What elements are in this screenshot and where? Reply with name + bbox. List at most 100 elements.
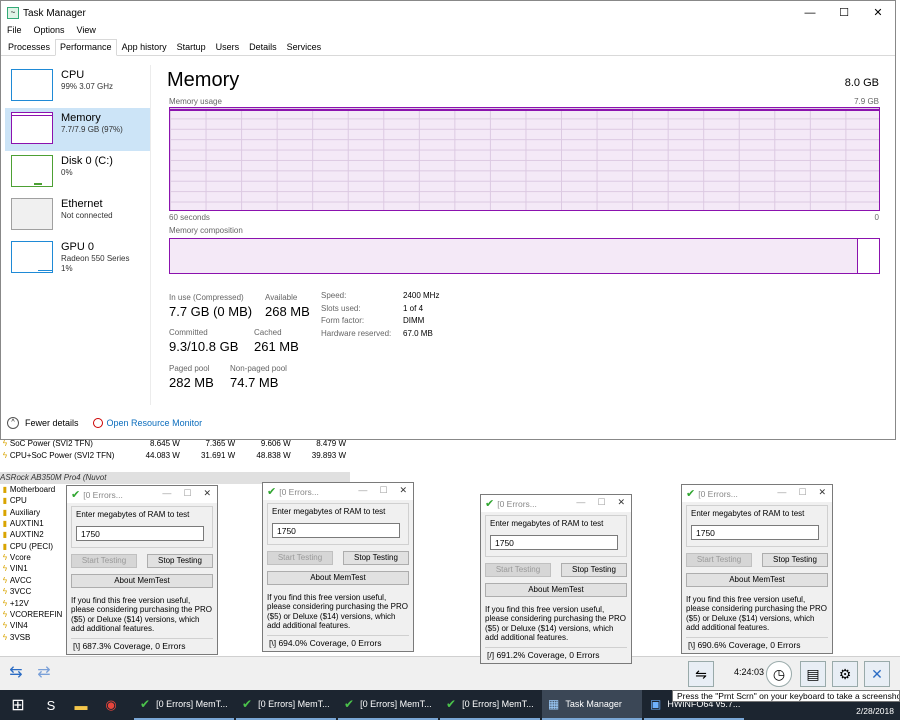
arrow-left-right-alt-icon[interactable]: ⇄ (32, 663, 56, 683)
minimize-icon[interactable]: — (162, 488, 171, 499)
file-explorer-icon[interactable]: ▬ (66, 690, 96, 720)
memtest-check-icon: ✔ (485, 498, 495, 510)
sensor-row[interactable]: ϟ CPU+SoC Power (SVI2 TFN) 44.083 W 31.691 … (0, 449, 350, 460)
taskbar-button[interactable]: ✔ [0 Errors] MemT... (440, 690, 540, 720)
close-icon[interactable]: ✕ (861, 1, 895, 25)
stop-testing-button[interactable]: Stop Testing (343, 551, 409, 565)
close-icon[interactable]: ✕ (864, 661, 890, 687)
stat-committed: Committed 9.3/10.8 GB (169, 328, 238, 354)
open-resource-monitor-link[interactable]: Open Resource Monitor (107, 418, 203, 428)
chevron-up-icon[interactable]: ^ (7, 417, 19, 429)
tab-app-history[interactable]: App history (117, 39, 172, 55)
stop-testing-button[interactable]: Stop Testing (147, 554, 213, 568)
menu-options[interactable]: Options (34, 25, 65, 39)
sensor-current: 8.645 W (150, 439, 180, 449)
minimize-icon[interactable]: — (576, 497, 585, 508)
stat-value: 268 MB (265, 304, 310, 319)
taskbar-button[interactable]: ✔ [0 Errors] MemT... (338, 690, 438, 720)
minimize-icon[interactable]: — (777, 487, 786, 498)
windows-start-icon[interactable]: ⊞ (0, 690, 36, 720)
tab-services[interactable]: Services (282, 39, 327, 55)
coverage-status: [\] 687.3% Coverage, 0 Errors (71, 637, 213, 651)
sidebar-item-gpu[interactable]: GPU 0 Radeon 550 Series 1% (5, 237, 150, 287)
menu-view[interactable]: View (77, 25, 96, 39)
sidebar-item-memory[interactable]: Memory 7.7/7.9 GB (97%) (5, 108, 150, 151)
sidebar-item-subtitle: Radeon 550 Series (61, 254, 130, 263)
chrome-icon[interactable]: ◉ (96, 690, 126, 720)
maximize-icon[interactable]: ☐ (827, 1, 861, 25)
tab-details[interactable]: Details (244, 39, 282, 55)
tab-performance[interactable]: Performance (55, 39, 117, 56)
about-memtest-button[interactable]: About MemTest (267, 571, 409, 585)
memtest-title-bar[interactable]: ✔ [0 Errors... — ☐ ✕ (67, 486, 217, 503)
memory-panel: Memory 8.0 GB Memory usage 7.9 GB 60 sec… (167, 65, 881, 405)
sensor-icon: ϟ (2, 598, 8, 608)
stop-testing-button[interactable]: Stop Testing (561, 563, 627, 577)
spec-label: Form factor: (321, 316, 365, 325)
sidebar-item-subtitle: Not connected (61, 211, 113, 220)
start-testing-button[interactable]: Start Testing (267, 551, 333, 565)
taskbar-button[interactable]: ✔ [0 Errors] MemT... (236, 690, 336, 720)
settings-icon[interactable]: ⚙ (832, 661, 858, 687)
coverage-status: [\] 690.6% Coverage, 0 Errors (686, 636, 828, 650)
skype-icon[interactable]: S (36, 690, 66, 720)
resource-sidebar: CPU 99% 3.07 GHz Memory 7.7/7.9 GB (97%) D… (5, 65, 151, 405)
start-testing-button[interactable]: Start Testing (686, 553, 752, 567)
sidebar-item-cpu[interactable]: CPU 99% 3.07 GHz (5, 65, 150, 108)
sidebar-item-ethernet[interactable]: Ethernet Not connected (5, 194, 150, 237)
date[interactable]: 2/28/2018 (856, 706, 894, 716)
ram-mb-input[interactable]: 1750 (76, 526, 204, 541)
sensor-row[interactable] (0, 461, 350, 472)
taskbar-button[interactable]: ▦ Task Manager (542, 690, 642, 720)
about-memtest-button[interactable]: About MemTest (485, 583, 627, 597)
memory-usage-graph (169, 107, 880, 211)
taskbar-button-label: [0 Errors] MemT... (462, 699, 534, 709)
fewer-details-link[interactable]: Fewer details (25, 418, 79, 428)
close-icon[interactable]: ✕ (203, 488, 211, 499)
maximize-icon[interactable]: ☐ (597, 497, 605, 508)
arrow-left-right-icon[interactable]: ⇆ (4, 663, 28, 683)
menu-file[interactable]: File (7, 25, 22, 39)
memory-total: 8.0 GB (844, 77, 879, 89)
title-bar[interactable]: ~ Task Manager (1, 1, 895, 25)
ram-mb-input[interactable]: 1750 (691, 525, 819, 540)
sidebar-item-disk[interactable]: Disk 0 (C:) 0% (5, 151, 150, 194)
tooltip: Press the "Prnt Scrn" on your keyboard t… (672, 690, 900, 702)
close-icon[interactable]: ✕ (399, 485, 407, 496)
memtest-title-bar[interactable]: ✔ [0 Errors... — ☐ ✕ (481, 495, 631, 512)
spec-label: Hardware reserved: (321, 328, 392, 338)
promo-text: If you find this free version useful, pl… (71, 596, 212, 634)
ram-mb-input[interactable]: 1750 (272, 523, 400, 538)
memtest-title-bar[interactable]: ✔ [0 Errors... — ☐ ✕ (263, 483, 413, 500)
minimize-icon[interactable]: — (793, 1, 827, 25)
close-icon[interactable]: ✕ (617, 497, 625, 508)
start-testing-button[interactable]: Start Testing (485, 563, 551, 577)
tab-startup[interactable]: Startup (172, 39, 211, 55)
minimize-icon[interactable]: — (358, 485, 367, 496)
resource-monitor-icon (92, 418, 103, 428)
taskbar-button[interactable]: ✔ [0 Errors] MemT... (134, 690, 234, 720)
coverage-status: [/] 691.2% Coverage, 0 Errors (485, 646, 627, 660)
clock-icon[interactable]: ◷ (766, 661, 792, 687)
sensor-icon: ϟ (2, 564, 8, 574)
sensor-name: CPU+SoC Power (SVI2 TFN) (9, 450, 115, 460)
stop-testing-button[interactable]: Stop Testing (762, 553, 828, 567)
maximize-icon[interactable]: ☐ (798, 487, 806, 498)
memtest-title: [0 Errors... (279, 486, 319, 497)
maximize-icon[interactable]: ☐ (379, 485, 387, 496)
window-title: Task Manager (23, 7, 86, 19)
stat-value: 261 MB (254, 339, 299, 354)
tab-users[interactable]: Users (211, 39, 245, 55)
about-memtest-button[interactable]: About MemTest (686, 573, 828, 587)
ram-input-group: Enter megabytes of RAM to test 1750 (686, 505, 828, 547)
about-memtest-button[interactable]: About MemTest (71, 574, 213, 588)
report-icon[interactable]: ▤ (800, 661, 826, 687)
taskbar-button-label: Task Manager (565, 699, 622, 709)
memtest-title-bar[interactable]: ✔ [0 Errors... — ☐ ✕ (682, 485, 832, 502)
close-icon[interactable]: ✕ (818, 487, 826, 498)
network-icon[interactable]: ⇋ (688, 661, 714, 687)
start-testing-button[interactable]: Start Testing (71, 554, 137, 568)
tab-processes[interactable]: Processes (3, 39, 55, 55)
maximize-icon[interactable]: ☐ (183, 488, 191, 499)
ram-mb-input[interactable]: 1750 (490, 535, 618, 550)
